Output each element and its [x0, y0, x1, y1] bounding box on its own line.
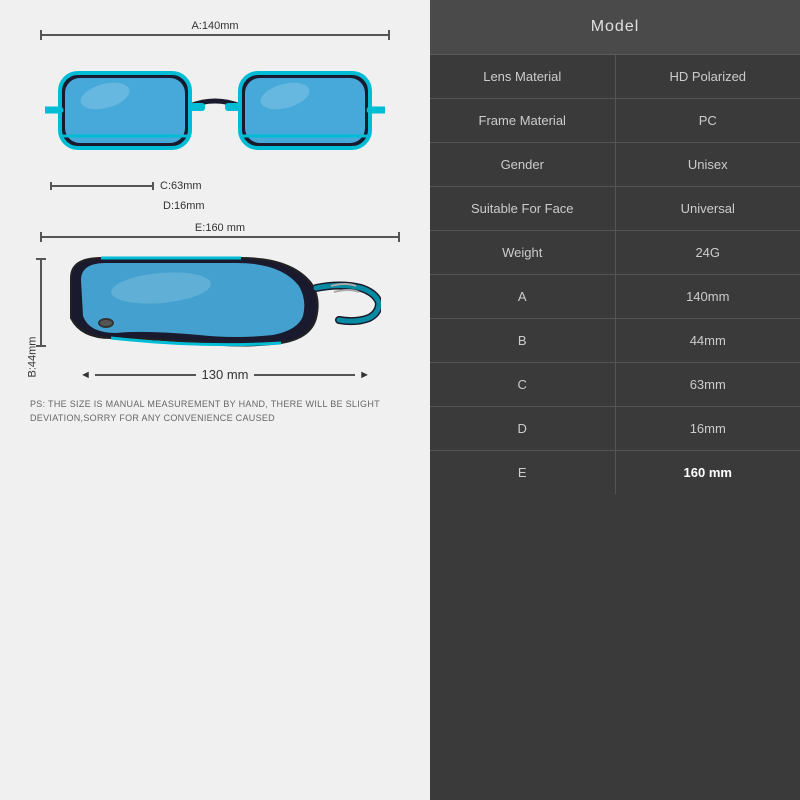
- spec-row: Lens MaterialHD Polarized: [430, 55, 800, 99]
- spec-row: Frame MaterialPC: [430, 99, 800, 143]
- dim-d-label: D:16mm: [163, 200, 205, 212]
- spec-row: E160 mm: [430, 451, 800, 494]
- spec-row: D16mm: [430, 407, 800, 451]
- spec-key: Lens Material: [430, 55, 616, 98]
- dim-c-label: C:63mm: [160, 180, 202, 192]
- spec-row: GenderUnisex: [430, 143, 800, 187]
- spec-key: Suitable For Face: [430, 187, 616, 230]
- spec-value: 160 mm: [616, 451, 800, 494]
- spec-value: 140mm: [616, 275, 800, 318]
- left-panel: A:140mm: [0, 0, 430, 800]
- spec-key: C: [430, 363, 616, 406]
- glasses-side-image: [61, 248, 381, 363]
- spec-row: Weight24G: [430, 231, 800, 275]
- spec-value: 24G: [616, 231, 800, 274]
- spec-key: B: [430, 319, 616, 362]
- dim-b-label: B:44mm: [26, 337, 38, 378]
- spec-row: Suitable For FaceUniversal: [430, 187, 800, 231]
- spec-key: Frame Material: [430, 99, 616, 142]
- spec-row: C63mm: [430, 363, 800, 407]
- right-panel: Model Lens MaterialHD PolarizedFrame Mat…: [430, 0, 800, 800]
- spec-value: Unisex: [616, 143, 800, 186]
- spec-key: Gender: [430, 143, 616, 186]
- dim-e-label: E:160 mm: [195, 222, 245, 234]
- spec-key: D: [430, 407, 616, 450]
- spec-value: PC: [616, 99, 800, 142]
- spec-key: Weight: [430, 231, 616, 274]
- glasses-front-image: [35, 48, 395, 178]
- spec-value: HD Polarized: [616, 55, 800, 98]
- spec-value: 44mm: [616, 319, 800, 362]
- spec-value: 16mm: [616, 407, 800, 450]
- spec-row: B44mm: [430, 319, 800, 363]
- ps-note: PS: THE SIZE IS MANUAL MEASUREMENT BY HA…: [30, 398, 390, 425]
- spec-value: 63mm: [616, 363, 800, 406]
- spec-key: A: [430, 275, 616, 318]
- spec-key: E: [430, 451, 616, 494]
- spec-value: Universal: [616, 187, 800, 230]
- spec-table: Lens MaterialHD PolarizedFrame MaterialP…: [430, 55, 800, 800]
- spec-row: A140mm: [430, 275, 800, 319]
- spec-table-header: Model: [430, 0, 800, 55]
- dim-a-label: A:140mm: [191, 20, 238, 32]
- dim-130-label: 130 mm: [202, 367, 249, 382]
